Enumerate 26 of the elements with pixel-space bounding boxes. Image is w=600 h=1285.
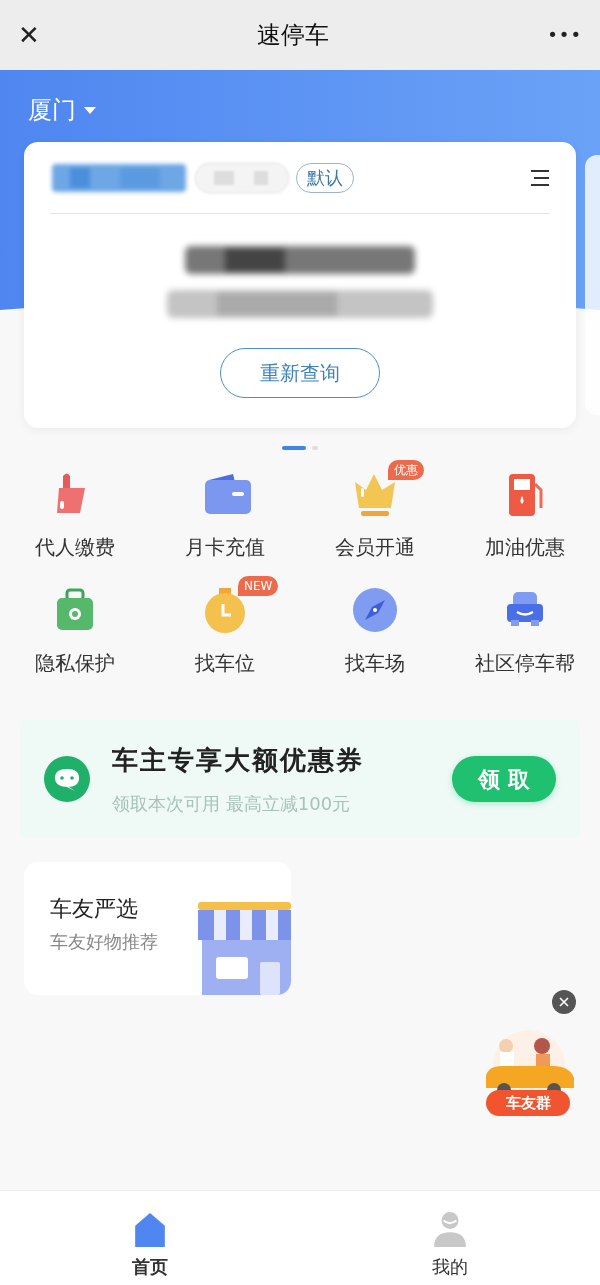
chat-icon <box>44 756 90 802</box>
coupon-subtitle: 领取本次可用 最高立减100元 <box>112 792 352 816</box>
shop-title: 车友严选 <box>50 895 138 923</box>
service-item[interactable]: 代人缴费 <box>35 468 115 562</box>
caret-icon <box>84 106 96 114</box>
close-button[interactable]: ✕ <box>18 22 40 48</box>
nav-tab[interactable]: 首页 <box>0 1191 300 1285</box>
service-item[interactable]: 隐私保护 <box>35 584 115 678</box>
coupon-title: 车主专享大额优惠券 <box>112 744 365 777</box>
requery-button[interactable]: 重新查询 <box>220 348 380 398</box>
service-item[interactable]: 加油优惠 <box>485 468 565 562</box>
person-icon <box>433 1211 467 1247</box>
service-item[interactable]: 社区停车帮 <box>475 584 575 678</box>
more-button[interactable]: ••• <box>547 26 582 44</box>
page-title: 速停车 <box>257 20 330 51</box>
service-item[interactable]: 月卡充值 <box>185 468 265 562</box>
service-item[interactable]: 找车场 <box>345 584 405 678</box>
shop-subtitle: 车友好物推荐 <box>50 930 158 954</box>
badge: 优惠 <box>388 460 424 480</box>
nav-tab[interactable]: 我的 <box>300 1191 600 1285</box>
menu-icon <box>530 168 550 187</box>
badge: NEW <box>238 576 279 596</box>
close-widget-button[interactable] <box>552 990 576 1014</box>
close-icon <box>559 997 569 1007</box>
shop-card[interactable]: 车友严选 车友好物推荐 <box>24 862 291 995</box>
home-icon <box>133 1211 167 1247</box>
